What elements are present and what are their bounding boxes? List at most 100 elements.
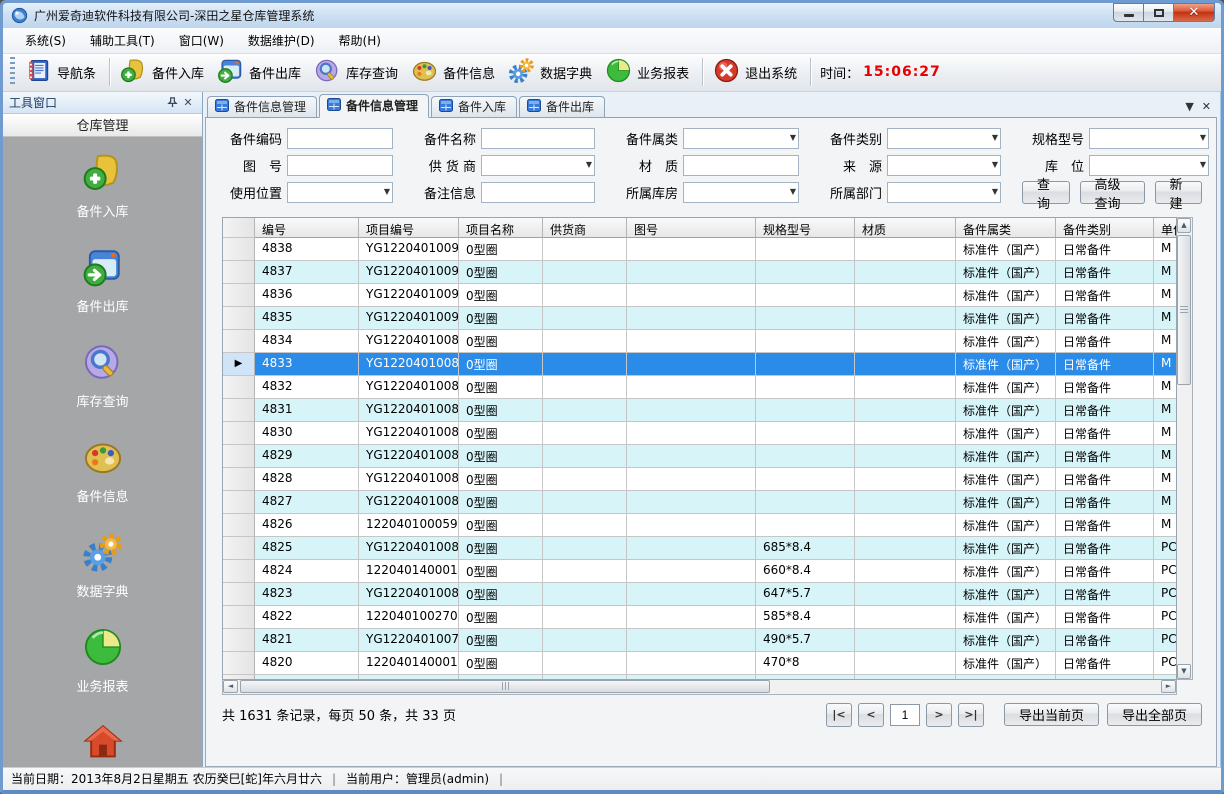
table-row[interactable]: 4837YG122040100920型圈标准件（国产）日常备件M	[223, 261, 1176, 284]
data-dict-toolbar-button[interactable]: 数据字典	[503, 54, 600, 90]
row-selector-cell[interactable]	[223, 514, 255, 537]
panel-close-icon[interactable]: ✕	[180, 94, 196, 110]
table-row[interactable]: 4827YG122040100820型圈标准件（国产）日常备件M	[223, 491, 1176, 514]
tab-3[interactable]: 备件出库	[519, 96, 605, 117]
stock-query-toolbar-button[interactable]: 库存查询	[309, 54, 406, 90]
table-row[interactable]: ▶4833YG122040100880型圈标准件（国产）日常备件M	[223, 353, 1176, 376]
sidebar-item-warehouse[interactable]: 库房管理	[3, 721, 202, 767]
menu-item[interactable]: 辅助工具(T)	[78, 28, 167, 53]
column-header-type[interactable]: 备件类别	[1056, 218, 1154, 238]
vertical-scrollbar[interactable]: ▲ ▼	[1177, 217, 1193, 680]
table-row[interactable]: 482612204010005990型圈标准件（国产）日常备件M	[223, 514, 1176, 537]
sidebar-item-parts-out[interactable]: 备件出库	[3, 246, 202, 315]
department-combobox[interactable]: ▼	[887, 182, 1001, 203]
horizontal-scrollbar[interactable]: ◄ ►	[222, 680, 1177, 695]
row-selector-cell[interactable]	[223, 376, 255, 399]
next-page-button[interactable]: >	[926, 703, 952, 727]
row-selector-cell[interactable]	[223, 445, 255, 468]
row-selector-cell[interactable]	[223, 629, 255, 652]
navbar-toolbar-button[interactable]: 导航条	[20, 54, 104, 90]
prev-page-button[interactable]: <	[858, 703, 884, 727]
supplier-combobox[interactable]: ▼	[481, 155, 595, 176]
column-header-no[interactable]: 编号	[255, 218, 359, 238]
row-selector-cell[interactable]	[223, 330, 255, 353]
tab-list-dropdown-icon[interactable]: ▼	[1185, 100, 1193, 113]
spec-model-combobox[interactable]: ▼	[1089, 128, 1209, 149]
scroll-up-icon[interactable]: ▲	[1177, 218, 1191, 233]
table-row[interactable]: 4834YG122040100890型圈标准件（国产）日常备件M	[223, 330, 1176, 353]
part-category-combobox[interactable]: ▼	[683, 128, 799, 149]
drawing-no-input[interactable]	[287, 155, 393, 176]
table-row[interactable]: 4835YG122040100900型圈标准件（国产）日常备件M	[223, 307, 1176, 330]
report-toolbar-button[interactable]: 业务报表	[600, 54, 697, 90]
table-row[interactable]: 4832YG122040100870型圈标准件（国产）日常备件M	[223, 376, 1176, 399]
table-row[interactable]: 4830YG122040100850型圈标准件（国产）日常备件M	[223, 422, 1176, 445]
horizontal-scroll-thumb[interactable]	[240, 680, 770, 693]
exit-toolbar-button[interactable]: 退出系统	[708, 54, 805, 90]
row-selector-cell[interactable]	[223, 560, 255, 583]
close-button[interactable]: ✕	[1173, 3, 1215, 22]
location-combobox[interactable]: ▼	[1089, 155, 1209, 176]
pin-icon[interactable]	[164, 94, 180, 110]
table-row[interactable]: 4821YG122040100790型圈490*5.7标准件（国产）日常备件PC	[223, 629, 1176, 652]
parts-out-toolbar-button[interactable]: 备件出库	[212, 54, 309, 90]
row-selector-cell[interactable]	[223, 468, 255, 491]
minimize-button[interactable]	[1113, 3, 1143, 22]
row-selector-cell[interactable]	[223, 307, 255, 330]
table-row[interactable]: 4831YG122040100860型圈标准件（国产）日常备件M	[223, 399, 1176, 422]
column-header-project_name[interactable]: 项目名称	[459, 218, 543, 238]
column-header-drawing_no[interactable]: 图号	[627, 218, 756, 238]
row-selector-cell[interactable]	[223, 238, 255, 261]
part-code-input[interactable]	[287, 128, 393, 149]
maximize-button[interactable]	[1143, 3, 1173, 22]
row-selector-cell[interactable]	[223, 583, 255, 606]
sidebar-item-parts-in[interactable]: 备件入库	[3, 151, 202, 220]
row-selector-cell[interactable]	[223, 606, 255, 629]
row-selector-cell[interactable]	[223, 399, 255, 422]
sidebar-item-data-dict[interactable]: 数据字典	[3, 531, 202, 600]
last-page-button[interactable]: >|	[958, 703, 984, 727]
table-row[interactable]: 482212204010027000型圈585*8.4标准件（国产）日常备件PC	[223, 606, 1176, 629]
part-name-input[interactable]	[481, 128, 595, 149]
source-combobox[interactable]: ▼	[887, 155, 1001, 176]
scroll-right-icon[interactable]: ►	[1161, 680, 1176, 693]
new-button[interactable]: 新建	[1155, 181, 1203, 204]
row-selector-cell[interactable]	[223, 261, 255, 284]
export-current-page-button[interactable]: 导出当前页	[1004, 703, 1099, 726]
scroll-left-icon[interactable]: ◄	[223, 680, 238, 693]
parts-info-toolbar-button[interactable]: 备件信息	[406, 54, 503, 90]
vertical-scroll-thumb[interactable]	[1177, 235, 1191, 385]
column-header-supplier[interactable]: 供货商	[543, 218, 627, 238]
sidebar-item-report[interactable]: 业务报表	[3, 626, 202, 695]
tab-close-icon[interactable]: ✕	[1202, 100, 1211, 113]
column-header-spec[interactable]: 规格型号	[756, 218, 855, 238]
column-header-category[interactable]: 备件属类	[956, 218, 1056, 238]
row-selector-cell[interactable]	[223, 284, 255, 307]
menu-item[interactable]: 帮助(H)	[327, 28, 393, 53]
row-selector-cell[interactable]	[223, 537, 255, 560]
menu-item[interactable]: 窗口(W)	[167, 28, 236, 53]
tab-0[interactable]: 备件信息管理	[207, 96, 317, 117]
table-row[interactable]: 4823YG122040100800型圈647*5.7标准件（国产）日常备件PC	[223, 583, 1176, 606]
tab-1-active[interactable]: 备件信息管理	[319, 94, 429, 118]
sidebar-item-stock-query[interactable]: 库存查询	[3, 341, 202, 410]
page-number-input[interactable]	[890, 704, 920, 726]
row-selector-cell[interactable]	[223, 422, 255, 445]
table-row[interactable]: 4838YG122040100930型圈标准件（国产）日常备件M	[223, 238, 1176, 261]
column-header-project_no[interactable]: 项目编号	[359, 218, 459, 238]
menu-item[interactable]: 数据维护(D)	[236, 28, 327, 53]
table-row[interactable]: 4828YG122040100830型圈标准件（国产）日常备件M	[223, 468, 1176, 491]
material-input[interactable]	[683, 155, 799, 176]
table-row[interactable]: 482412204014000120型圈660*8.4标准件（国产）日常备件PC	[223, 560, 1176, 583]
tab-2[interactable]: 备件入库	[431, 96, 517, 117]
table-row[interactable]: 482012204014000130型圈470*8标准件（国产）日常备件PC	[223, 652, 1176, 675]
sidebar-item-parts-info[interactable]: 备件信息	[3, 436, 202, 505]
part-type-combobox[interactable]: ▼	[887, 128, 1001, 149]
table-row[interactable]: 4825YG122040100810型圈685*8.4标准件（国产）日常备件PC	[223, 537, 1176, 560]
row-selector-cell[interactable]	[223, 652, 255, 675]
warehouse-combobox[interactable]: ▼	[683, 182, 799, 203]
row-selector-cell[interactable]: ▶	[223, 353, 255, 376]
menu-item[interactable]: 系统(S)	[13, 28, 78, 53]
parts-in-toolbar-button[interactable]: 备件入库	[115, 54, 212, 90]
advanced-query-button[interactable]: 高级查询	[1080, 181, 1145, 204]
